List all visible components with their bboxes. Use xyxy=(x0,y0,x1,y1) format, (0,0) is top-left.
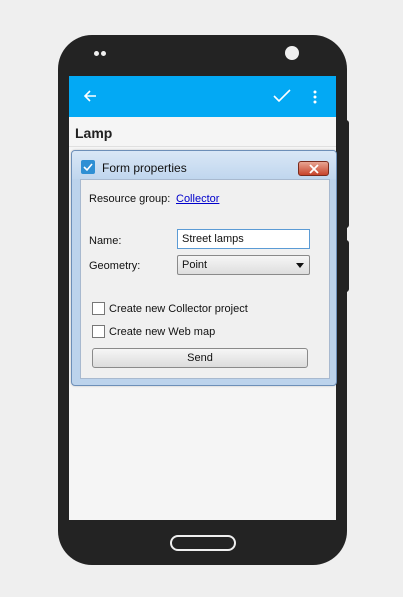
front-camera xyxy=(285,46,299,60)
dialog-title: Form properties xyxy=(102,161,187,175)
divider xyxy=(69,146,336,147)
create-webmap-label[interactable]: Create new Web map xyxy=(109,326,215,338)
sensor-dot xyxy=(94,51,99,56)
form-properties-dialog: Form properties Resource group: Collecto… xyxy=(71,150,337,386)
chevron-down-icon xyxy=(296,263,304,268)
resource-group-link[interactable]: Collector xyxy=(176,193,219,205)
app-bar xyxy=(69,76,336,117)
close-button[interactable] xyxy=(298,161,329,176)
volume-button xyxy=(345,120,349,228)
form-icon xyxy=(81,160,95,174)
sensor-dot xyxy=(101,51,106,56)
geometry-selected-value: Point xyxy=(182,259,208,271)
more-vert-icon[interactable] xyxy=(313,89,317,105)
resource-group-label: Resource group: xyxy=(89,193,171,205)
power-button xyxy=(345,240,349,292)
geometry-label: Geometry: xyxy=(89,260,141,272)
dialog-body: Resource group: Collector Name: Street l… xyxy=(80,179,330,379)
create-webmap-checkbox[interactable] xyxy=(92,325,105,338)
dialog-titlebar[interactable]: Form properties xyxy=(72,151,336,179)
geometry-select[interactable]: Point xyxy=(177,255,310,275)
name-field[interactable]: Street lamps xyxy=(177,229,310,249)
create-collector-label[interactable]: Create new Collector project xyxy=(109,303,248,315)
page-title: Lamp xyxy=(75,125,113,141)
back-arrow-icon[interactable] xyxy=(82,88,98,104)
send-button[interactable]: Send xyxy=(92,348,308,368)
home-button[interactable] xyxy=(170,535,236,551)
check-icon[interactable] xyxy=(272,88,292,104)
create-collector-checkbox[interactable] xyxy=(92,302,105,315)
name-label: Name: xyxy=(89,235,122,247)
close-icon xyxy=(309,164,319,174)
